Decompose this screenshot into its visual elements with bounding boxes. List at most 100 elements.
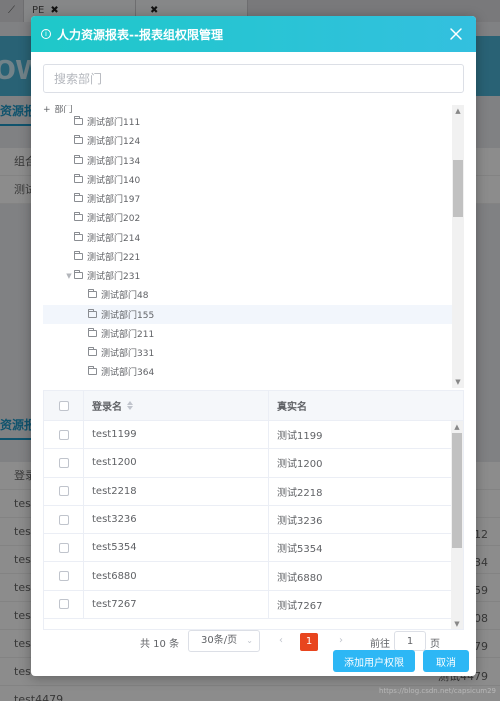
login-name-cell: test5354 bbox=[84, 534, 269, 562]
folder-icon bbox=[88, 289, 97, 299]
goto-page-input[interactable] bbox=[394, 631, 426, 651]
user-table: 登录名 真实名 test1199 测试1199 test1200 测试1200 test… bbox=[43, 390, 464, 630]
scroll-up-icon[interactable]: ▲ bbox=[452, 105, 464, 117]
department-search-input[interactable] bbox=[43, 64, 464, 93]
tree-scroll-thumb[interactable] bbox=[453, 160, 463, 217]
page-size-value: 30条/页 bbox=[201, 635, 238, 646]
real-name-cell: 测试3236 bbox=[277, 516, 323, 528]
folder-icon bbox=[74, 173, 83, 183]
tree-node[interactable]: 测试部门202 bbox=[43, 208, 452, 227]
tree-node[interactable]: 测试部门214 bbox=[43, 228, 452, 247]
folder-icon bbox=[74, 212, 83, 222]
row-checkbox[interactable] bbox=[58, 542, 69, 553]
tree-scrollbar[interactable]: ▲ ▼ bbox=[452, 105, 464, 388]
tree-node[interactable]: 测试部门48 bbox=[43, 285, 452, 304]
info-icon: i bbox=[41, 29, 51, 39]
tree-node-label: 测试部门48 bbox=[101, 291, 149, 302]
login-name-header[interactable]: 登录名 bbox=[84, 391, 269, 420]
row-check-cell bbox=[44, 534, 84, 562]
login-name-cell: test7267 bbox=[84, 590, 269, 619]
table-header: 登录名 真实名 bbox=[44, 391, 463, 421]
caret-down-icon[interactable]: ▼ bbox=[64, 272, 74, 280]
cancel-button[interactable]: 取消 bbox=[423, 650, 469, 672]
folder-icon bbox=[88, 327, 97, 337]
tree-list: 测试部门111 测试部门124 测试部门134 测试部门140 测试部门197 测试部门2… bbox=[43, 112, 452, 382]
login-name-header-label: 登录名 bbox=[92, 402, 122, 413]
real-name-header-label: 真实名 bbox=[277, 402, 307, 413]
tree-node-label: 测试部门231 bbox=[87, 272, 141, 283]
page-number-current[interactable]: 1 bbox=[300, 633, 318, 651]
permission-dialog: i 人力资源报表--报表组权限管理 +部门 测试部门111测试部门124测试部门… bbox=[31, 16, 476, 676]
tree-node[interactable]: 测试部门221 bbox=[43, 247, 452, 266]
row-check-cell bbox=[44, 421, 84, 449]
folder-icon bbox=[74, 154, 83, 164]
scroll-up-icon[interactable]: ▲ bbox=[451, 421, 463, 433]
table-row[interactable]: test7267 测试7267 bbox=[44, 590, 452, 620]
add-user-permission-button[interactable]: 添加用户权限 bbox=[333, 650, 415, 672]
folder-icon bbox=[74, 116, 83, 126]
login-name-cell: test6880 bbox=[84, 562, 269, 590]
folder-icon bbox=[74, 193, 83, 203]
real-name-cell: 测试7267 bbox=[277, 600, 323, 612]
tree-node-label: 测试部门134 bbox=[87, 156, 141, 167]
row-checkbox[interactable] bbox=[58, 571, 69, 582]
row-checkbox[interactable] bbox=[58, 599, 69, 610]
prev-page-icon[interactable]: ‹ bbox=[279, 635, 283, 646]
row-check-cell bbox=[44, 562, 84, 590]
table-scroll-thumb[interactable] bbox=[452, 433, 462, 548]
table-scrollbar[interactable]: ▲ ▼ bbox=[451, 421, 463, 629]
real-name-cell: 测试2218 bbox=[277, 487, 323, 499]
login-name-cell: test2218 bbox=[84, 477, 269, 505]
folder-icon bbox=[88, 366, 97, 376]
tree-node[interactable]: 测试部门140 bbox=[43, 170, 452, 189]
page-size-select[interactable]: 30条/页 ⌄ bbox=[188, 630, 260, 652]
tree-node-label: 测试部门202 bbox=[87, 214, 141, 225]
folder-icon bbox=[74, 250, 83, 260]
tree-node[interactable]: ▼ 测试部门231 bbox=[43, 266, 452, 285]
dialog-footer: 添加用户权限 取消 bbox=[31, 650, 476, 676]
next-page-icon[interactable]: › bbox=[339, 635, 343, 646]
table-row[interactable]: test1199 测试1199 bbox=[44, 421, 452, 450]
row-checkbox[interactable] bbox=[58, 457, 69, 468]
tree-node-label: 测试部门211 bbox=[101, 329, 155, 340]
folder-icon bbox=[74, 270, 83, 280]
real-name-cell: 测试1200 bbox=[277, 459, 323, 471]
folder-icon bbox=[88, 347, 97, 357]
table-row[interactable]: test3236 测试3236 bbox=[44, 505, 452, 535]
row-checkbox[interactable] bbox=[58, 429, 69, 440]
select-all-checkbox[interactable] bbox=[58, 400, 69, 411]
table-row[interactable]: test6880 测试6880 bbox=[44, 562, 452, 591]
close-icon[interactable] bbox=[448, 26, 464, 42]
tree-node[interactable]: 测试部门124 bbox=[43, 131, 452, 150]
row-check-cell bbox=[44, 590, 84, 619]
login-name-cell: test1199 bbox=[84, 421, 269, 449]
scroll-down-icon[interactable]: ▼ bbox=[451, 618, 463, 629]
row-checkbox[interactable] bbox=[58, 486, 69, 497]
tree-node-label: 测试部门111 bbox=[87, 118, 141, 129]
real-name-header: 真实名 bbox=[269, 391, 463, 420]
tree-node-label: 测试部门140 bbox=[87, 175, 141, 186]
tree-node-label: 测试部门155 bbox=[101, 310, 155, 321]
scroll-down-icon[interactable]: ▼ bbox=[452, 376, 464, 388]
row-check-cell bbox=[44, 477, 84, 505]
tree-node[interactable]: 测试部门134 bbox=[43, 151, 452, 170]
table-row[interactable]: test1200 测试1200 bbox=[44, 449, 452, 478]
sort-icon[interactable] bbox=[127, 401, 133, 410]
table-row[interactable]: test5354 测试5354 bbox=[44, 534, 452, 563]
tree-node[interactable]: 测试部门155 bbox=[43, 304, 452, 324]
table-row[interactable]: test2218 测试2218 bbox=[44, 477, 452, 506]
tree-node[interactable]: 测试部门331 bbox=[43, 343, 452, 362]
row-check-cell bbox=[44, 505, 84, 534]
tree-node-label: 测试部门364 bbox=[101, 368, 155, 379]
tree-node[interactable]: 测试部门111 bbox=[43, 112, 452, 131]
dialog-title: 人力资源报表--报表组权限管理 bbox=[57, 27, 223, 42]
tree-node[interactable]: 测试部门364 bbox=[43, 362, 452, 381]
tree-node-label: 测试部门331 bbox=[101, 349, 155, 360]
department-tree: + 部门 测试部门111 测试部门124 测试部门134 测试部门140 测试部门197 测… bbox=[43, 105, 464, 388]
folder-icon bbox=[74, 231, 83, 241]
tree-node[interactable]: 测试部门197 bbox=[43, 189, 452, 208]
tree-node[interactable]: 测试部门211 bbox=[43, 324, 452, 343]
row-checkbox[interactable] bbox=[58, 514, 69, 525]
table-body: test1199 测试1199 test1200 测试1200 test2218 测试22… bbox=[44, 421, 452, 620]
tree-node-label: 测试部门124 bbox=[87, 137, 141, 148]
